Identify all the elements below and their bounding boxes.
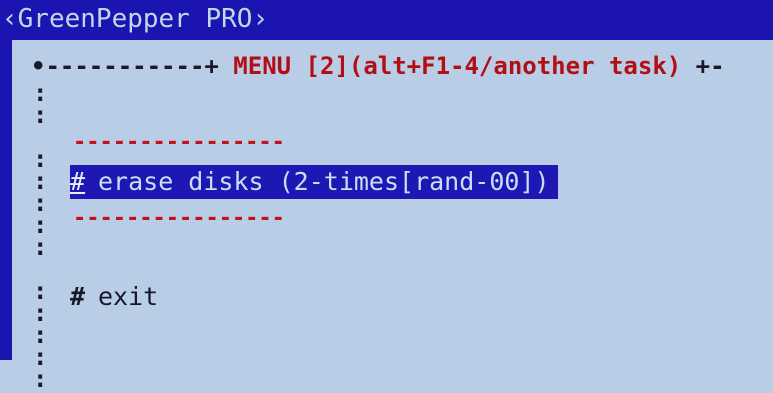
separator-top: ----------------	[73, 130, 285, 155]
terminal-screen: ‹GreenPepper PRO› •-----------+ MENU [2]…	[0, 0, 773, 393]
menu-item-erase-disks[interactable]: # erase disks (2-times[rand-00])	[70, 165, 558, 199]
left-edge-bar	[0, 40, 12, 360]
menu-header-title: MENU [2](alt+F1-4/another task)	[218, 52, 696, 80]
menu-item-label: exit	[98, 282, 159, 311]
app-title: ‹GreenPepper PRO›	[2, 4, 269, 34]
separator-bottom: ----------------	[73, 206, 285, 231]
menu-item-label: erase disks (2-times[rand-00])	[98, 167, 550, 196]
menu-frame-header: •-----------+ MENU [2](alt+F1-4/another …	[31, 52, 725, 80]
menu-left-border: : : : : : : : : : : : :	[33, 79, 48, 393]
menu-frame-left-dashes: •-----------+	[31, 52, 219, 80]
menu-item-bullet: #	[70, 282, 86, 311]
menu-frame-right-dashes: +-	[695, 52, 725, 80]
title-bar: ‹GreenPepper PRO›	[0, 0, 773, 40]
menu-item-exit[interactable]: # exit	[70, 280, 158, 314]
menu-item-bullet: #	[70, 167, 86, 196]
